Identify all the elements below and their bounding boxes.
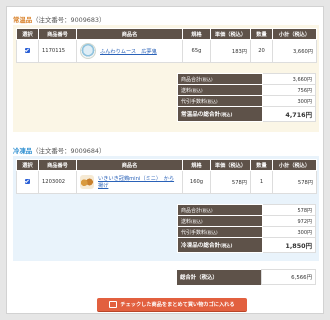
add-to-cart-button[interactable]: チェックした商品をまとめて買い物カゴに入れる (97, 298, 247, 312)
subtotal: 3,660円 (272, 39, 317, 63)
summary-label: 送料 (181, 87, 192, 94)
total-label: 常温品の総合計 (181, 112, 221, 118)
summary-table-frozen: 商品合計(税込) 578円 送料(税込) 972円 代引手数料(税込) 300円… (177, 204, 316, 253)
quantity: 20 (250, 39, 273, 63)
checked-checkbox-icon[interactable] (25, 48, 30, 53)
header-code: 商品番号 (38, 159, 77, 171)
header-qty: 数量 (250, 28, 273, 40)
order-number: 9009684 (70, 147, 99, 155)
section-title-frozen: 冷凍品（注文番号：9009684） (13, 146, 105, 155)
summary-value: 300円 (262, 226, 316, 238)
add-to-cart-label: チェックした商品をまとめて買い物カゴに入れる (120, 302, 235, 308)
summary-value: 300円 (262, 95, 316, 107)
summary-label: 送料 (181, 218, 192, 225)
items-table-frozen: 選択 商品番号 商品名 規格 単価（税込） 数量 小計（税込） 1203002 … (16, 159, 317, 194)
product-thumbnail[interactable] (80, 175, 94, 189)
tax-note: (税込) (191, 87, 203, 93)
cart-icon (109, 301, 118, 308)
header-price: 単価（税込） (210, 28, 251, 40)
product-spec: 65g (182, 39, 211, 63)
tax-note: (税込) (206, 98, 218, 104)
unit-price: 183円 (210, 39, 251, 63)
header-subtotal: 小計（税込） (272, 159, 317, 171)
tax-note: (税込) (220, 243, 233, 248)
summary-label: 代引手数料 (181, 98, 207, 105)
order-label-end: ） (98, 16, 106, 24)
header-spec: 規格 (182, 28, 211, 40)
table-row: 1203002 いきいき冠鶏mini（ミニ） から揚げ 160g 578円 1 … (16, 170, 317, 194)
total-label: 冷凍品の総合計 (181, 243, 221, 249)
product-code: 1170115 (38, 39, 77, 63)
header-name: 商品名 (76, 28, 183, 40)
tax-note: (税込) (191, 218, 203, 224)
table-header-row: 選択 商品番号 商品名 規格 単価（税込） 数量 小計（税込） (16, 28, 317, 40)
header-code: 商品番号 (38, 28, 77, 40)
product-link[interactable]: ふんわりムース 広夢鬼 (100, 48, 157, 55)
table-header-row: 選択 商品番号 商品名 規格 単価（税込） 数量 小計（税込） (16, 159, 317, 171)
quantity: 1 (250, 170, 273, 194)
subtotal: 578円 (272, 170, 317, 194)
tax-note: (税込) (201, 76, 213, 82)
summary-value: 756円 (262, 84, 316, 96)
product-spec: 160g (182, 170, 211, 194)
section-title-normal: 常温品（注文番号：9009683） (13, 15, 105, 24)
header-spec: 規格 (182, 159, 211, 171)
order-label: （注文番号： (32, 16, 71, 24)
header-select: 選択 (16, 28, 39, 40)
tax-note: (税込) (206, 229, 218, 235)
product-thumbnail[interactable] (80, 43, 96, 59)
table-row: 1170115 ふんわりムース 広夢鬼 65g 183円 20 3,660円 (16, 39, 317, 63)
summary-value: 578円 (262, 204, 316, 216)
summary-table-normal: 商品合計(税込) 3,660円 送料(税込) 756円 代引手数料(税込) 30… (177, 73, 316, 122)
unit-price: 578円 (210, 170, 251, 194)
section-kind-normal: 常温品 (13, 16, 33, 24)
section-kind-frozen: 冷凍品 (13, 147, 33, 155)
summary-value: 3,660円 (262, 73, 316, 85)
order-label: （注文番号： (32, 147, 71, 155)
product-code: 1203002 (38, 170, 77, 194)
product-link[interactable]: いきいき冠鶏mini（ミニ） から揚げ (98, 175, 179, 189)
header-price: 単価（税込） (210, 159, 251, 171)
header-select: 選択 (16, 159, 39, 171)
grand-total-table: 総合計（税込） 6,566円 (177, 269, 316, 285)
grand-total-value: 6,566円 (261, 269, 316, 285)
order-summary-panel: 常温品（注文番号：9009683） 選択 商品番号 商品名 規格 単価（税込） … (6, 6, 324, 314)
tax-note: (税込) (201, 207, 213, 213)
grand-total-label: 総合計（税込） (177, 269, 262, 285)
summary-label: 商品合計 (181, 76, 202, 83)
header-qty: 数量 (250, 159, 273, 171)
summary-label: 代引手数料 (181, 229, 207, 236)
section-total-value: 4,716円 (262, 106, 316, 122)
items-table-normal: 選択 商品番号 商品名 規格 単価（税込） 数量 小計（税込） 1170115 … (16, 28, 317, 63)
summary-label: 商品合計 (181, 207, 202, 214)
order-number: 9009683 (70, 16, 99, 24)
section-total-value: 1,850円 (262, 237, 316, 253)
header-name: 商品名 (76, 159, 183, 171)
tax-note: (税込) (220, 112, 233, 117)
order-label-end: ） (98, 147, 106, 155)
summary-value: 972円 (262, 215, 316, 227)
checked-checkbox-icon[interactable] (25, 179, 30, 184)
header-subtotal: 小計（税込） (272, 28, 317, 40)
